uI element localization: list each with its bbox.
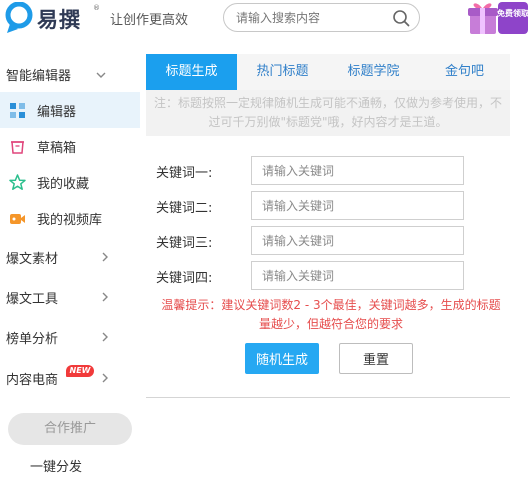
chevron-right-icon bbox=[102, 252, 108, 262]
search-input[interactable] bbox=[236, 9, 386, 26]
sidebar-group-label: 智能编辑器 bbox=[6, 68, 72, 84]
one-click-distribute-link[interactable]: 一键分发 bbox=[30, 456, 82, 475]
field-label: 关键词一: bbox=[156, 166, 213, 181]
sidebar-item-label: 编辑器 bbox=[37, 104, 77, 120]
promo-text: 免费领取 bbox=[497, 8, 529, 18]
sidebar-group-label: 爆文工具 bbox=[6, 291, 59, 307]
top-header: 易撰 ® 让创作更高效 免费领取 bbox=[0, 0, 530, 38]
keyword-field-2: 关键词二: bbox=[156, 191, 506, 220]
sidebar-group-ranking-analysis[interactable]: 榜单分析 bbox=[0, 319, 140, 355]
field-label: 关键词二: bbox=[156, 201, 213, 216]
random-generate-button[interactable]: 随机生成 bbox=[245, 343, 319, 374]
tab-title-academy[interactable]: 标题学院 bbox=[328, 54, 419, 90]
editor-icon bbox=[10, 103, 25, 118]
field-label: 关键词三: bbox=[156, 236, 213, 251]
chevron-right-icon bbox=[102, 292, 108, 302]
chevron-right-icon bbox=[102, 373, 108, 383]
slogan: 让创作更高效 bbox=[110, 13, 189, 28]
sidebar-group-viral-material[interactable]: 爆文素材 bbox=[0, 239, 140, 275]
new-badge: NEW bbox=[66, 365, 94, 377]
sidebar-item-label: 我的视频库 bbox=[37, 212, 103, 228]
sidebar-item-label: 草稿箱 bbox=[37, 140, 77, 156]
field-label: 关键词四: bbox=[156, 271, 213, 286]
logo-registered-mark: ® bbox=[93, 4, 100, 12]
keyword-input-1[interactable] bbox=[251, 156, 464, 185]
chevron-down-icon bbox=[96, 72, 106, 78]
keyword-input-4[interactable] bbox=[251, 261, 464, 290]
sidebar-item-video-library[interactable]: 我的视频库 bbox=[0, 200, 140, 236]
sidebar-group-label: 榜单分析 bbox=[6, 331, 59, 347]
sidebar-item-drafts[interactable]: 草稿箱 bbox=[0, 128, 140, 164]
chevron-right-icon bbox=[102, 332, 108, 342]
sidebar: 智能编辑器 编辑器 草稿箱 我的收藏 我的视频库 爆文素材 爆文工具 榜单分析 … bbox=[0, 56, 140, 480]
tab-title-generate[interactable]: 标题生成 bbox=[146, 54, 237, 90]
keyword-field-1: 关键词一: bbox=[156, 156, 506, 185]
gift-promo-icon[interactable]: 免费领取 bbox=[466, 0, 530, 36]
tab-golden-sentences[interactable]: 金句吧 bbox=[419, 54, 510, 90]
sidebar-group-content-ecommerce[interactable]: 内容电商 NEW bbox=[0, 360, 140, 396]
draft-box-icon bbox=[11, 141, 24, 154]
search-box[interactable] bbox=[223, 3, 420, 32]
keyword-input-2[interactable] bbox=[251, 191, 464, 220]
sidebar-group-smart-editor[interactable]: 智能编辑器 bbox=[0, 56, 140, 92]
notice-text: 注：标题按照一定规律随机生成可能不通畅，仅做为参考使用，不过可千万别做"标题党"… bbox=[146, 90, 510, 136]
search-icon[interactable] bbox=[392, 9, 410, 27]
sidebar-item-label: 我的收藏 bbox=[37, 176, 90, 192]
site-logo[interactable]: 易撰 ® bbox=[4, 2, 104, 34]
sidebar-group-label: 内容电商 bbox=[6, 372, 59, 388]
video-icon bbox=[10, 214, 25, 224]
logo-mark-icon bbox=[5, 2, 33, 33]
tab-bar: 标题生成 热门标题 标题学院 金句吧 bbox=[146, 54, 510, 90]
sidebar-group-viral-tools[interactable]: 爆文工具 bbox=[0, 279, 140, 315]
title-generator-panel: 标题生成 热门标题 标题学院 金句吧 注：标题按照一定规律随机生成可能不通畅，仅… bbox=[146, 54, 510, 398]
warm-tip-text: 温馨提示：建议关键词数2 - 3个最佳，关键词越多，生成的标题量越少，但越符合您… bbox=[161, 298, 501, 331]
cooperation-promotion-button[interactable]: 合作推广 bbox=[8, 413, 132, 445]
sidebar-item-favorites[interactable]: 我的收藏 bbox=[0, 164, 140, 200]
sidebar-item-editor[interactable]: 编辑器 bbox=[0, 92, 140, 128]
logo-text: 易撰 bbox=[37, 8, 81, 32]
keyword-field-4: 关键词四: bbox=[156, 261, 506, 290]
keyword-input-3[interactable] bbox=[251, 226, 464, 255]
star-icon bbox=[9, 174, 26, 190]
keyword-field-3: 关键词三: bbox=[156, 226, 506, 255]
reset-button[interactable]: 重置 bbox=[339, 343, 413, 374]
sidebar-group-label: 爆文素材 bbox=[6, 251, 59, 267]
tab-hot-titles[interactable]: 热门标题 bbox=[237, 54, 328, 90]
